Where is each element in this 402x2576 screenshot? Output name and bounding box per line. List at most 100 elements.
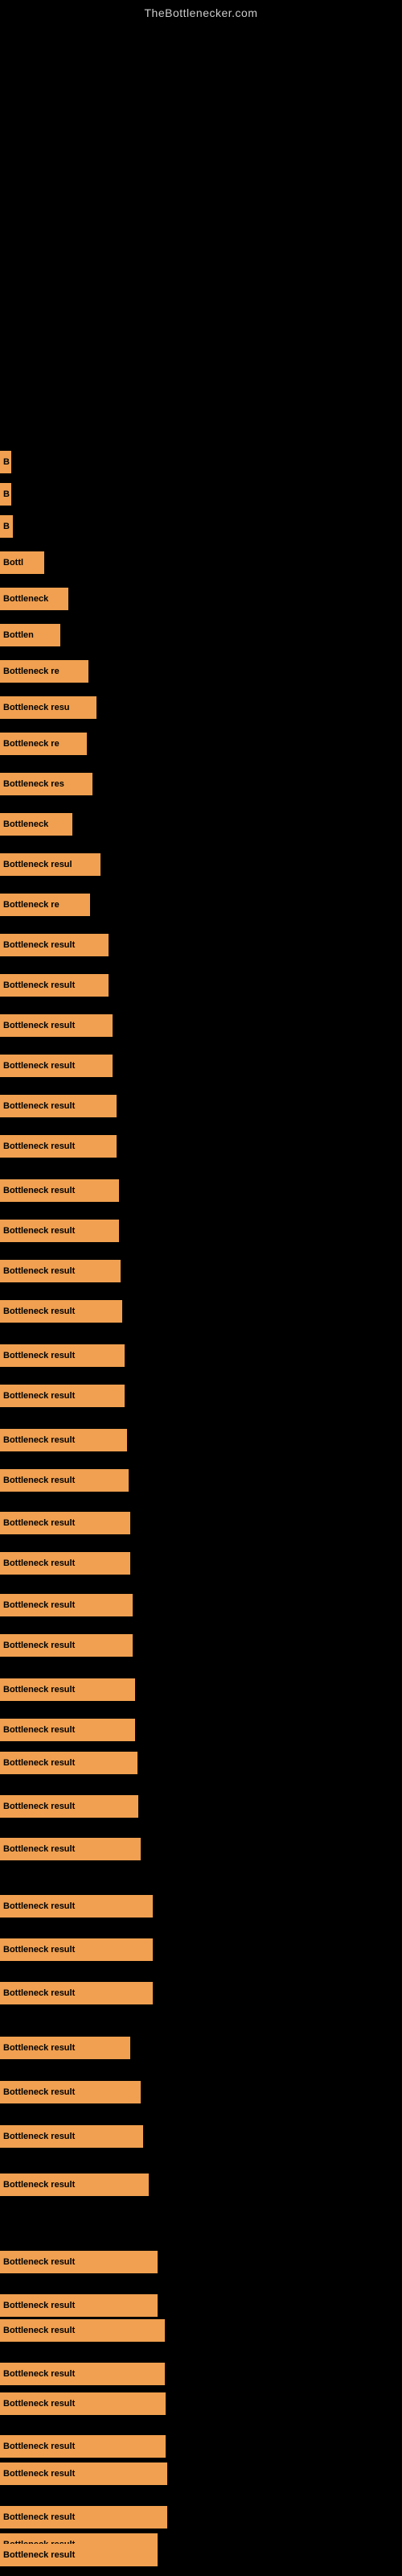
bar-label: Bottleneck resul (0, 853, 100, 876)
bar-item: Bottleneck result (0, 1938, 153, 1961)
bar-item: Bottleneck result (0, 2319, 165, 2342)
bar-item: Bottleneck result (0, 2392, 166, 2415)
bar-item: Bottleneck result (0, 1895, 153, 1918)
bar-item: Bottleneck result (0, 1982, 153, 2004)
bar-item: Bottleneck re (0, 660, 88, 683)
bar-item: Bottleneck result (0, 2544, 158, 2566)
bar-item: Bottleneck result (0, 1300, 122, 1323)
bar-item: Bottleneck result (0, 2294, 158, 2317)
bar-label: Bottleneck result (0, 1895, 153, 1918)
bar-label: Bottleneck result (0, 1719, 135, 1741)
bar-label: Bottleneck result (0, 1938, 153, 1961)
bar-item: Bottleneck result (0, 1220, 119, 1242)
bar-label: Bottleneck result (0, 1300, 122, 1323)
bar-label: Bottleneck result (0, 1055, 113, 1077)
bar-item: B (0, 451, 11, 473)
bar-label: Bottl (0, 551, 44, 574)
bar-item: Bottleneck result (0, 2462, 167, 2485)
bar-item: Bottleneck resu (0, 696, 96, 719)
bar-label: Bottleneck result (0, 1135, 117, 1158)
bar-item: Bottleneck result (0, 1678, 135, 1701)
bar-label: Bottleneck result (0, 1552, 130, 1575)
bar-label: Bottleneck result (0, 2435, 166, 2458)
bar-label: B (0, 451, 11, 473)
bar-item: Bottleneck result (0, 1429, 127, 1451)
bar-label: Bottleneck result (0, 1014, 113, 1037)
bar-item: Bottleneck result (0, 1469, 129, 1492)
bar-label: Bottleneck result (0, 974, 109, 997)
bar-item: B (0, 483, 11, 506)
bar-label: Bottleneck result (0, 1385, 125, 1407)
bar-item: Bottleneck result (0, 934, 109, 956)
bar-item: B (0, 515, 13, 538)
bar-item: Bottleneck result (0, 1634, 133, 1657)
bar-label: Bottleneck result (0, 1512, 130, 1534)
bar-item: Bottleneck result (0, 1752, 137, 1774)
bar-label: Bottleneck result (0, 2506, 167, 2529)
bar-label: Bottleneck result (0, 2319, 165, 2342)
bar-label: Bottleneck result (0, 1838, 141, 1860)
bar-item: Bottleneck result (0, 1795, 138, 1818)
bar-label: Bottleneck result (0, 2392, 166, 2415)
bar-label: Bottleneck result (0, 1634, 133, 1657)
bar-item: Bottleneck (0, 588, 68, 610)
bar-item: Bottlen (0, 624, 60, 646)
bar-label: Bottleneck result (0, 1179, 119, 1202)
bar-item: Bottleneck re (0, 733, 87, 755)
bar-label: Bottleneck result (0, 1795, 138, 1818)
bar-label: Bottleneck result (0, 1429, 127, 1451)
bar-label: Bottleneck result (0, 2544, 158, 2566)
bar-item: Bottleneck result (0, 974, 109, 997)
bar-item: Bottleneck (0, 813, 72, 836)
bar-label: Bottleneck (0, 588, 68, 610)
bar-item: Bottleneck res (0, 773, 92, 795)
bar-label: B (0, 483, 11, 506)
bar-label: Bottleneck result (0, 1752, 137, 1774)
bar-label: Bottleneck re (0, 660, 88, 683)
site-title: TheBottlenecker.com (0, 0, 402, 23)
bar-label: Bottleneck re (0, 894, 90, 916)
bar-item: Bottleneck result (0, 1135, 117, 1158)
bar-item: Bottleneck result (0, 2081, 141, 2103)
bar-item: Bottleneck result (0, 2125, 143, 2148)
bar-label: Bottleneck result (0, 2037, 130, 2059)
bar-item: Bottleneck result (0, 1055, 113, 1077)
bar-label: Bottlen (0, 624, 60, 646)
bar-item: Bottleneck result (0, 2251, 158, 2273)
bar-label: Bottleneck result (0, 1344, 125, 1367)
bar-item: Bottleneck result (0, 1014, 113, 1037)
bar-item: Bottleneck result (0, 1385, 125, 1407)
bar-item: Bottleneck result (0, 1095, 117, 1117)
bar-item: Bottl (0, 551, 44, 574)
bar-label: Bottleneck result (0, 2081, 141, 2103)
bar-label: Bottleneck result (0, 1594, 133, 1616)
bar-item: Bottleneck resul (0, 853, 100, 876)
bar-label: Bottleneck result (0, 1469, 129, 1492)
bar-item: Bottleneck result (0, 1552, 130, 1575)
bar-label: Bottleneck result (0, 934, 109, 956)
bar-label: Bottleneck result (0, 2174, 149, 2196)
bar-item: Bottleneck result (0, 1260, 121, 1282)
bar-label: Bottleneck result (0, 2251, 158, 2273)
bar-label: Bottleneck result (0, 2462, 167, 2485)
bar-label: Bottleneck result (0, 2125, 143, 2148)
bar-label: Bottleneck result (0, 1678, 135, 1701)
bar-item: Bottleneck result (0, 2506, 167, 2529)
bar-item: Bottleneck result (0, 1512, 130, 1534)
bar-item: Bottleneck result (0, 1719, 135, 1741)
bar-item: Bottleneck result (0, 2174, 149, 2196)
bar-item: Bottleneck result (0, 2363, 165, 2385)
bar-label: Bottleneck resu (0, 696, 96, 719)
bar-label: Bottleneck result (0, 1982, 153, 2004)
bar-item: Bottleneck re (0, 894, 90, 916)
bar-item: Bottleneck result (0, 1179, 119, 1202)
bar-item: Bottleneck result (0, 2435, 166, 2458)
bar-label: Bottleneck result (0, 1260, 121, 1282)
bar-item: Bottleneck result (0, 1838, 141, 1860)
bar-label: Bottleneck result (0, 2363, 165, 2385)
bar-item: Bottleneck result (0, 1344, 125, 1367)
bar-label: Bottleneck result (0, 2294, 158, 2317)
bar-label: B (0, 515, 13, 538)
bar-label: Bottleneck result (0, 1095, 117, 1117)
bar-item: Bottleneck result (0, 2037, 130, 2059)
